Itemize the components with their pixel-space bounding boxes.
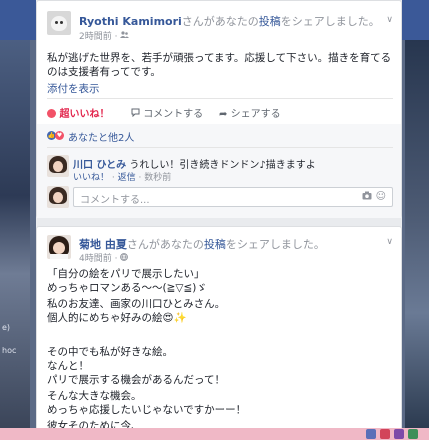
taskbar-app-icon[interactable] [380, 429, 390, 439]
header-text-suffix: をシェアしました。 [280, 15, 380, 28]
divider [47, 98, 393, 99]
divider [47, 147, 393, 148]
comment-time[interactable]: 数秒前 [144, 173, 171, 183]
love-reaction-icon: ♥ [55, 131, 64, 140]
taskbar-app-icon[interactable] [394, 429, 404, 439]
notification-feed: Ryothi Kamimoriさんがあなたの投稿をシェアしました。 2時間前 ·… [36, 0, 402, 440]
emoji-icon[interactable]: ☺ [376, 191, 386, 202]
share-button[interactable]: ➦ シェアする [219, 105, 281, 120]
friends-icon [120, 31, 130, 42]
see-attachment-link[interactable]: 添付を表示 [47, 81, 100, 96]
post-header: 菊地 由夏さんがあなたの投稿をシェアしました。 [79, 236, 325, 252]
post-meta: 2時間前 · [79, 29, 130, 42]
post-text-line: 「自分の絵をパリで展示したい」 [47, 268, 205, 280]
reactions-comments-area: 👍 ♥ あなたと他2人 川口 ひとみ うれしい！引き続きドンドン♪描きますよ い… [37, 124, 401, 218]
post-link[interactable]: 投稿 [204, 238, 226, 251]
author-avatar[interactable] [47, 11, 71, 35]
header-text: さんがあなたの [126, 238, 204, 251]
shared-post-card: Ryothi Kamimoriさんがあなたの投稿をシェアしました。 2時間前 ·… [36, 0, 402, 218]
post-text-line: めっちゃロマンある〜〜(≧▽≦)ゞ [47, 282, 207, 294]
globe-icon [120, 253, 129, 264]
love-reaction-icon [47, 109, 56, 118]
comment-meta: いいね！ · 返信 · 数秒前 [73, 173, 172, 183]
post-time[interactable]: 4時間前 · [79, 254, 117, 264]
camera-icon[interactable] [362, 191, 372, 203]
comment-button[interactable]: コメントする [131, 105, 203, 120]
header-text-suffix: をシェアしました。 [225, 238, 325, 251]
comment-icon [131, 108, 143, 120]
post-text-line: そんな大きな機会。 [47, 390, 142, 402]
header-text: さんがあなたの [181, 15, 259, 28]
comment-reply-link[interactable]: 返信 [118, 173, 136, 183]
comment-input[interactable]: コメントする... ☺ [73, 187, 393, 207]
left-fragment-2: hoc [2, 346, 17, 355]
post-options-chevron-icon[interactable]: ∨ [386, 15, 393, 25]
post-text-line: その中でも私が好きな絵。 [47, 346, 173, 358]
comment-placeholder: コメントする... [80, 195, 150, 206]
post-text-line: のは支援者有ってです。 [47, 66, 161, 78]
post-text-line: 私のお友達、画家の川口ひとみさん。 [47, 298, 226, 310]
post-text-line: 個人的にめちゃ好みの絵😍✨ [47, 312, 187, 324]
post-text-line: めっちゃ応援したいじゃないですかーー！ [47, 404, 247, 416]
commenter-avatar[interactable] [47, 155, 69, 177]
post-meta: 4時間前 · [79, 251, 129, 264]
taskbar-app-icon[interactable] [408, 429, 418, 439]
taskbar-app-icon[interactable] [366, 429, 376, 439]
shared-post-card: 菊地 由夏さんがあなたの投稿をシェアしました。 4時間前 · ∨ 「自分の絵をパ… [36, 226, 402, 440]
like-label: 超いいね！ [59, 109, 110, 120]
left-fragment-1: e) [2, 323, 11, 332]
post-options-chevron-icon[interactable]: ∨ [386, 237, 393, 247]
like-button[interactable]: 超いいね！ [47, 105, 109, 120]
author-name[interactable]: Ryothi Kamimori [79, 15, 182, 28]
comment-body: 川口 ひとみ うれしい！引き続きドンドン♪描きますよ [73, 156, 316, 171]
post-text-line: 私が逃げた世界を、若手が頑張ってます。応援して下さい。描きを育てる [47, 52, 392, 64]
share-icon: ➦ [219, 109, 228, 120]
post-header: Ryothi Kamimoriさんがあなたの投稿をシェアしました。 [79, 13, 380, 29]
post-text-line: パリで展示する機会があるんだって！ [47, 374, 225, 386]
share-label: シェアする [230, 109, 281, 120]
system-taskbar [0, 428, 429, 440]
post-link[interactable]: 投稿 [259, 15, 281, 28]
comment-label: コメントする [143, 109, 204, 120]
post-time[interactable]: 2時間前 · [79, 32, 117, 42]
comment-like-link[interactable]: いいね！ [73, 173, 109, 183]
background-left-panel: e) hoc [0, 40, 30, 430]
post-text-line: なんと！ [47, 360, 89, 372]
background-right-panel [405, 40, 429, 430]
reactions-summary[interactable]: あなたと他2人 [68, 129, 134, 144]
my-avatar[interactable] [47, 186, 69, 208]
author-name[interactable]: 菊地 由夏 [79, 238, 127, 251]
author-avatar[interactable] [47, 235, 71, 259]
